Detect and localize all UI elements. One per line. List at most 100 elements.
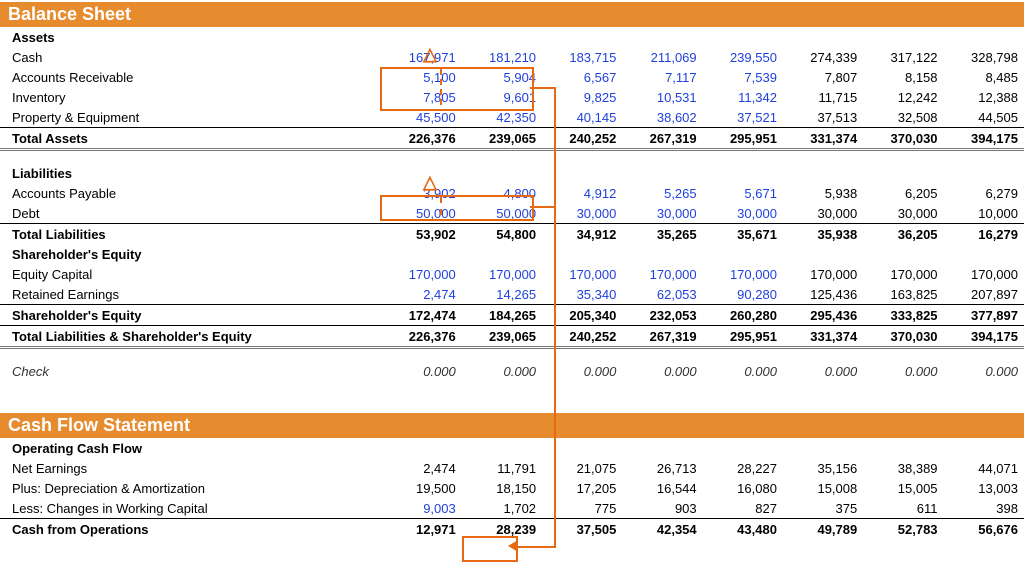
cell: 26,713 [622, 458, 702, 478]
cell: 56,676 [944, 519, 1024, 540]
cell: 35,265 [622, 224, 702, 245]
row-label: Property & Equipment [0, 107, 261, 128]
cell: 5,100 [381, 67, 461, 87]
cell: 333,825 [863, 305, 943, 326]
balance-sheet-table: Assets Cash 167,971 181,210 183,715 211,… [0, 27, 1024, 381]
cell: 0.000 [542, 361, 622, 381]
table-row: Less: Changes in Working Capital 9,003 1… [0, 498, 1024, 519]
liabilities-header: Liabilities [0, 163, 1024, 183]
cell: 38,602 [622, 107, 702, 128]
row-label: Total Assets [0, 128, 261, 150]
row-label: Accounts Receivable [0, 67, 261, 87]
table-row: Retained Earnings 2,474 14,265 35,340 62… [0, 284, 1024, 305]
cell: 10,531 [622, 87, 702, 107]
cell: 14,265 [462, 284, 542, 305]
connector [516, 546, 556, 548]
cell: 15,008 [783, 478, 863, 498]
cell: 394,175 [944, 326, 1024, 348]
cell: 54,800 [462, 224, 542, 245]
cell: 30,000 [622, 203, 702, 224]
cell: 181,210 [462, 47, 542, 67]
cell: 170,000 [462, 264, 542, 284]
cell: 28,239 [462, 519, 542, 540]
cell: 53,902 [381, 224, 461, 245]
row-label: Shareholder's Equity [0, 305, 261, 326]
total-lse-row: Total Liabilities & Shareholder's Equity… [0, 326, 1024, 348]
row-label: Cash from Operations [0, 519, 261, 540]
cell: 4,912 [542, 183, 622, 203]
cell: 125,436 [783, 284, 863, 305]
cell: 18,150 [462, 478, 542, 498]
row-label: Plus: Depreciation & Amortization [0, 478, 261, 498]
check-row: Check 0.000 0.000 0.000 0.000 0.000 0.00… [0, 361, 1024, 381]
cell: 2,474 [381, 284, 461, 305]
cell: 370,030 [863, 326, 943, 348]
cell: 1,702 [462, 498, 542, 519]
cell: 170,000 [863, 264, 943, 284]
cell: 35,671 [703, 224, 783, 245]
cell: 398 [944, 498, 1024, 519]
cell: 3,902 [381, 183, 461, 203]
cell: 267,319 [622, 128, 702, 150]
cell: 16,080 [703, 478, 783, 498]
cell: 42,354 [622, 519, 702, 540]
row-label: Net Earnings [0, 458, 261, 478]
table-row: Net Earnings 2,474 11,791 21,075 26,713 … [0, 458, 1024, 478]
table-row: Accounts Receivable 5,100 5,904 6,567 7,… [0, 67, 1024, 87]
cell: 38,389 [863, 458, 943, 478]
cell: 34,912 [542, 224, 622, 245]
cell: 35,938 [783, 224, 863, 245]
cell: 50,000 [381, 203, 461, 224]
cell: 36,205 [863, 224, 943, 245]
cash-from-operations-row: Cash from Operations 12,971 28,239 37,50… [0, 519, 1024, 540]
cell: 295,436 [783, 305, 863, 326]
cell: 170,000 [703, 264, 783, 284]
cell: 394,175 [944, 128, 1024, 150]
table-row: Property & Equipment 45,500 42,350 40,14… [0, 107, 1024, 128]
cell: 15,005 [863, 478, 943, 498]
arrowhead-icon [508, 540, 518, 552]
row-label: Retained Earnings [0, 284, 261, 305]
cell: 903 [622, 498, 702, 519]
cell: 90,280 [703, 284, 783, 305]
cell: 239,065 [462, 128, 542, 150]
cell: 239,550 [703, 47, 783, 67]
cash-flow-table: Operating Cash Flow Net Earnings 2,474 1… [0, 438, 1024, 539]
total-assets-row: Total Assets 226,376 239,065 240,252 267… [0, 128, 1024, 150]
row-label: Equity Capital [0, 264, 261, 284]
cell: 170,000 [944, 264, 1024, 284]
cell: 170,000 [542, 264, 622, 284]
cell: 6,567 [542, 67, 622, 87]
cell: 0.000 [462, 361, 542, 381]
balance-sheet-header: Balance Sheet [0, 2, 1024, 27]
cell: 45,500 [381, 107, 461, 128]
cell: 226,376 [381, 128, 461, 150]
total-se-row: Shareholder's Equity 172,474 184,265 205… [0, 305, 1024, 326]
cell: 11,342 [703, 87, 783, 107]
cell: 827 [703, 498, 783, 519]
cell: 183,715 [542, 47, 622, 67]
cell: 239,065 [462, 326, 542, 348]
table-row: Plus: Depreciation & Amortization 19,500… [0, 478, 1024, 498]
row-label: Total Liabilities & Shareholder's Equity [0, 326, 261, 348]
cell: 50,000 [462, 203, 542, 224]
cell: 240,252 [542, 326, 622, 348]
cell: 37,505 [542, 519, 622, 540]
cell: 274,339 [783, 47, 863, 67]
cell: 9,003 [381, 498, 461, 519]
row-label: Total Liabilities [0, 224, 261, 245]
assets-header: Assets [0, 27, 1024, 47]
row-label: Debt [0, 203, 261, 224]
cell: 9,601 [462, 87, 542, 107]
table-row: Cash 167,971 181,210 183,715 211,069 239… [0, 47, 1024, 67]
cell: 19,500 [381, 478, 461, 498]
cell: 170,000 [783, 264, 863, 284]
cell: 42,350 [462, 107, 542, 128]
cell: 167,971 [381, 47, 461, 67]
cell: 37,521 [703, 107, 783, 128]
cell: 317,122 [863, 47, 943, 67]
cell: 37,513 [783, 107, 863, 128]
cash-flow-header: Cash Flow Statement [0, 413, 1024, 438]
cell: 44,071 [944, 458, 1024, 478]
cell: 775 [542, 498, 622, 519]
